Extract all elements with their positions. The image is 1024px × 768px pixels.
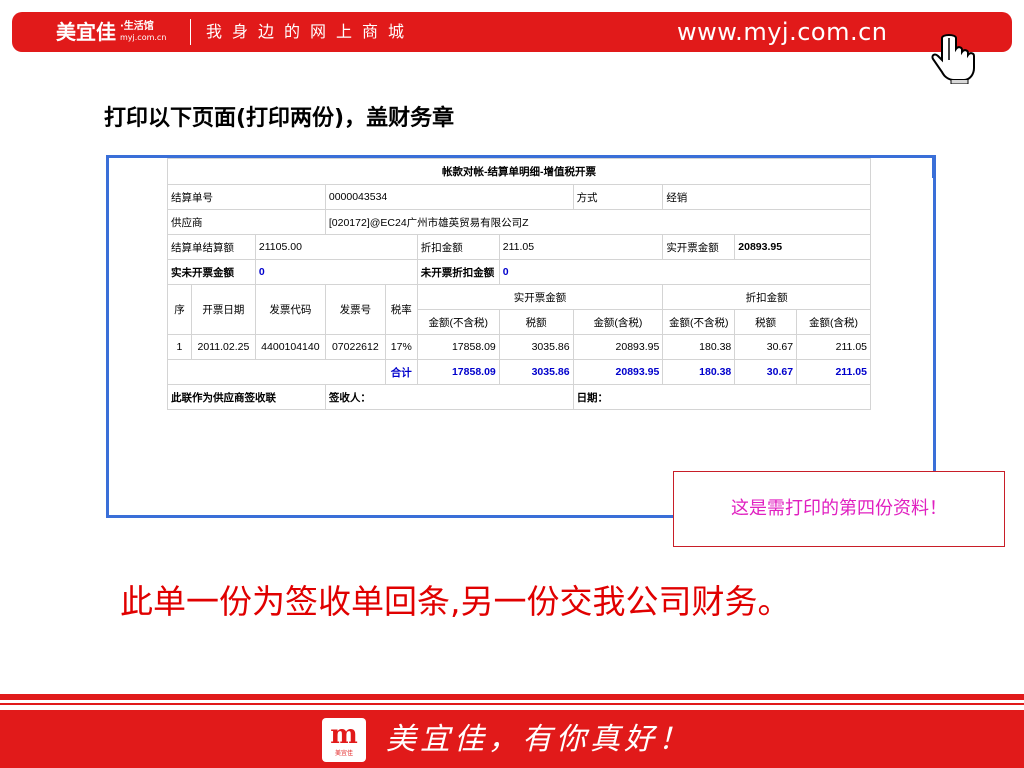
total-net: 17858.09 (416, 359, 500, 385)
cell-gross: 20893.95 (572, 334, 664, 360)
statement-frame: 帐款对帐-结算单明细-增值税开票 结算单号 0000043534 方式 经销 供… (106, 155, 936, 518)
brand-name: 美宜佳 (56, 20, 116, 44)
col-header-discount-gross: 金额(含税) (796, 309, 871, 335)
uninvoiced-discount-value: 0 (498, 259, 872, 285)
cell-seq: 1 (167, 334, 192, 360)
hand-pointer-icon (931, 34, 975, 84)
footer-logo: m 美宜佳 (322, 718, 366, 762)
cell-discount-gross: 211.05 (796, 334, 871, 360)
col-header-seq: 序 (167, 284, 192, 335)
brand-sub-domain: myj.com.cn (120, 33, 167, 42)
fourth-document-note: 这是需打印的第四份资料！ (673, 471, 1005, 547)
frame-scroll-marker (932, 158, 936, 178)
brand-subtitle: ·生活馆 myj.com.cn (120, 21, 166, 43)
col-header-discount-tax: 税额 (734, 309, 798, 335)
cell-tax: 3035.86 (498, 334, 574, 360)
col-header-net: 金额(不含税) (416, 309, 500, 335)
settlement-no-label: 结算单号 (167, 184, 326, 210)
header-divider (190, 19, 191, 45)
brand-logo[interactable]: 美宜佳 ·生活馆 myj.com.cn (56, 18, 166, 46)
cell-discount-net: 180.38 (662, 334, 736, 360)
cell-net: 17858.09 (416, 334, 500, 360)
col-group-discount: 折扣金额 (662, 284, 871, 310)
receiver-label: 签收人： (324, 384, 574, 410)
footer-stripe-thin (0, 703, 1024, 705)
remaining-label: 实未开票金额 (167, 259, 256, 285)
col-header-code: 发票代码 (254, 284, 326, 335)
mode-value: 经销 (662, 184, 871, 210)
total-value: 21105.00 (254, 234, 418, 260)
col-header-gross: 金额(含税) (572, 309, 664, 335)
settlement-statement-table: 帐款对帐-结算单明细-增值税开票 结算单号 0000043534 方式 经销 供… (167, 158, 872, 410)
settlement-no-value: 0000043534 (324, 184, 574, 210)
footer-logo-text: 美宜佳 (334, 750, 353, 757)
supplier-copy-label: 此联作为供应商签收联 (167, 384, 326, 410)
col-header-discount-net: 金额(不含税) (662, 309, 736, 335)
mode-label: 方式 (572, 184, 664, 210)
actual-invoice-value: 20893.95 (734, 234, 871, 260)
total-tax: 3035.86 (498, 359, 574, 385)
cell-rate: 17% (384, 334, 418, 360)
total-discount-tax: 30.67 (734, 359, 798, 385)
table-row: 实未开票金额 0 未开票折扣金额 0 (167, 259, 872, 285)
total-gross: 20893.95 (572, 359, 664, 385)
col-header-date: 开票日期 (190, 284, 256, 335)
cell-code: 4400104140 (254, 334, 326, 360)
header-banner: 美宜佳 ·生活馆 myj.com.cn 我身边的网上商城 www.myj.com… (12, 12, 1012, 52)
totals-spacer (167, 359, 386, 385)
print-instruction: 打印以下页面(打印两份)，盖财务章 (104, 106, 455, 131)
remaining-value: 0 (254, 259, 418, 285)
footer-stripe (0, 694, 1024, 700)
statement-title: 帐款对帐-结算单明细-增值税开票 (167, 158, 871, 185)
table-title-row: 帐款对帐-结算单明细-增值税开票 (167, 158, 871, 185)
discount-value: 211.05 (498, 234, 664, 260)
total-discount-net: 180.38 (662, 359, 736, 385)
header-slogan: 我身边的网上商城 (206, 22, 415, 41)
col-header-tax: 税额 (498, 309, 574, 335)
table-totals-row: 合计 17858.09 3035.86 20893.95 180.38 30.6… (167, 359, 871, 385)
col-header-rate: 税率 (384, 284, 418, 335)
cell-date: 2011.02.25 (190, 334, 256, 360)
footer-bar: m 美宜佳 美宜佳，有你真好！ (0, 710, 1024, 768)
total-label: 结算单结算额 (167, 234, 256, 260)
supplier-label: 供应商 (167, 209, 326, 235)
cell-number: 07022612 (324, 334, 386, 360)
site-url-link[interactable]: www.myj.com.cn (677, 18, 887, 46)
col-group-actual-invoice: 实开票金额 (416, 284, 664, 310)
table-header-row: 序 开票日期 发票代码 发票号 税率 实开票金额 折扣金额 (167, 284, 871, 335)
totals-label: 合计 (384, 359, 418, 385)
supplier-value: [020172]@EC24广州市雄英贸易有限公司Z (324, 209, 872, 235)
actual-invoice-label: 实开票金额 (662, 234, 736, 260)
table-row: 1 2011.02.25 4400104140 07022612 17% 178… (167, 334, 871, 360)
total-discount-gross: 211.05 (796, 359, 871, 385)
discount-label: 折扣金额 (416, 234, 500, 260)
footer-tagline: 美宜佳，有你真好！ (386, 722, 692, 757)
brand-sub-name: ·生活馆 (120, 21, 154, 32)
cell-discount-tax: 30.67 (734, 334, 798, 360)
receipt-instruction-headline: 此单一份为签收单回条,另一份交我公司财务。 (120, 582, 791, 621)
table-row: 结算单号 0000043534 方式 经销 (167, 184, 871, 210)
table-row: 供应商 [020172]@EC24广州市雄英贸易有限公司Z (167, 209, 872, 235)
table-row: 结算单结算额 21105.00 折扣金额 211.05 实开票金额 20893.… (167, 234, 871, 260)
col-header-number: 发票号 (324, 284, 386, 335)
uninvoiced-discount-label: 未开票折扣金额 (416, 259, 500, 285)
table-signature-row: 此联作为供应商签收联 签收人： 日期： (167, 384, 872, 410)
date-label: 日期： (572, 384, 872, 410)
footer-logo-mark: m (330, 720, 358, 750)
